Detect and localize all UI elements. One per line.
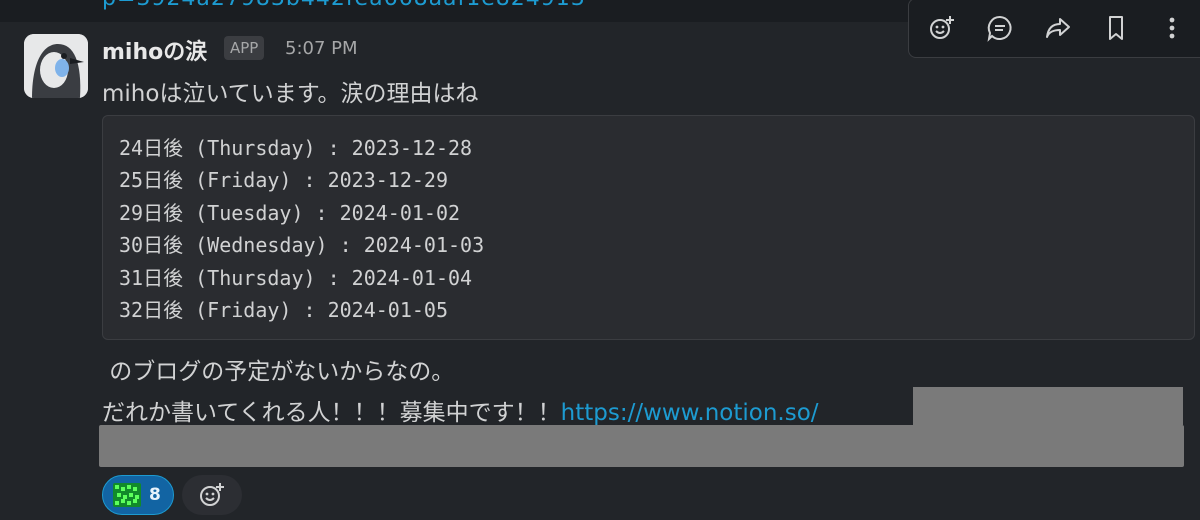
reaction-emoji-icon: [113, 483, 141, 507]
notion-link[interactable]: https://www.notion.so/: [561, 400, 819, 426]
message-line-3: だれか書いてくれる人！！！募集中です！！https://www.notion.s…: [102, 393, 819, 427]
message-intro: mihoは泣いています。涙の理由はね: [102, 81, 479, 107]
share-button[interactable]: [1041, 11, 1075, 45]
add-reaction-icon: [930, 16, 954, 39]
app-badge: APP: [224, 36, 265, 60]
message-line-2: のブログの予定がないからなの。: [102, 359, 455, 385]
add-reaction-button[interactable]: [182, 475, 242, 515]
bookmark-button[interactable]: [1099, 11, 1133, 45]
avatar[interactable]: [24, 34, 88, 98]
sender-name[interactable]: mihoの涙: [102, 34, 207, 66]
previous-link[interactable]: p=3924a27983b442fea668aaf1e824913: [102, 0, 586, 11]
bookmark-icon: [1109, 16, 1123, 40]
code-block: 24日後 (Thursday) : 2023-12-28 25日後 (Frida…: [102, 115, 1195, 340]
redacted-link-part: [99, 425, 1184, 467]
redacted-link-part: [913, 387, 1183, 425]
code-line: 29日後 (Tuesday) : 2024-01-02: [119, 200, 461, 225]
share-icon: [1046, 18, 1070, 38]
code-line: 25日後 (Friday) : 2023-12-29: [119, 168, 448, 193]
add-reaction-icon: [200, 483, 224, 506]
toolbar-add-reaction-button[interactable]: [925, 11, 959, 45]
reply-thread-icon: [987, 15, 1012, 42]
code-line: 30日後 (Wednesday) : 2024-01-03: [119, 233, 485, 258]
code-line: 32日後 (Friday) : 2024-01-05: [119, 297, 448, 322]
reaction-count: 8: [149, 485, 161, 505]
more-vertical-icon: [1169, 17, 1175, 39]
reaction-pill[interactable]: 8: [102, 475, 174, 515]
message-actions-toolbar: [908, 0, 1200, 58]
code-line: 24日後 (Thursday) : 2023-12-28: [119, 136, 473, 160]
code-line: 31日後 (Thursday) : 2024-01-04: [119, 265, 473, 290]
message-timestamp[interactable]: 5:07 PM: [285, 38, 358, 59]
more-actions-button[interactable]: [1155, 11, 1189, 45]
message-line-3-text: だれか書いてくれる人！！！募集中です！！: [102, 400, 561, 426]
reply-thread-button[interactable]: [983, 11, 1017, 45]
